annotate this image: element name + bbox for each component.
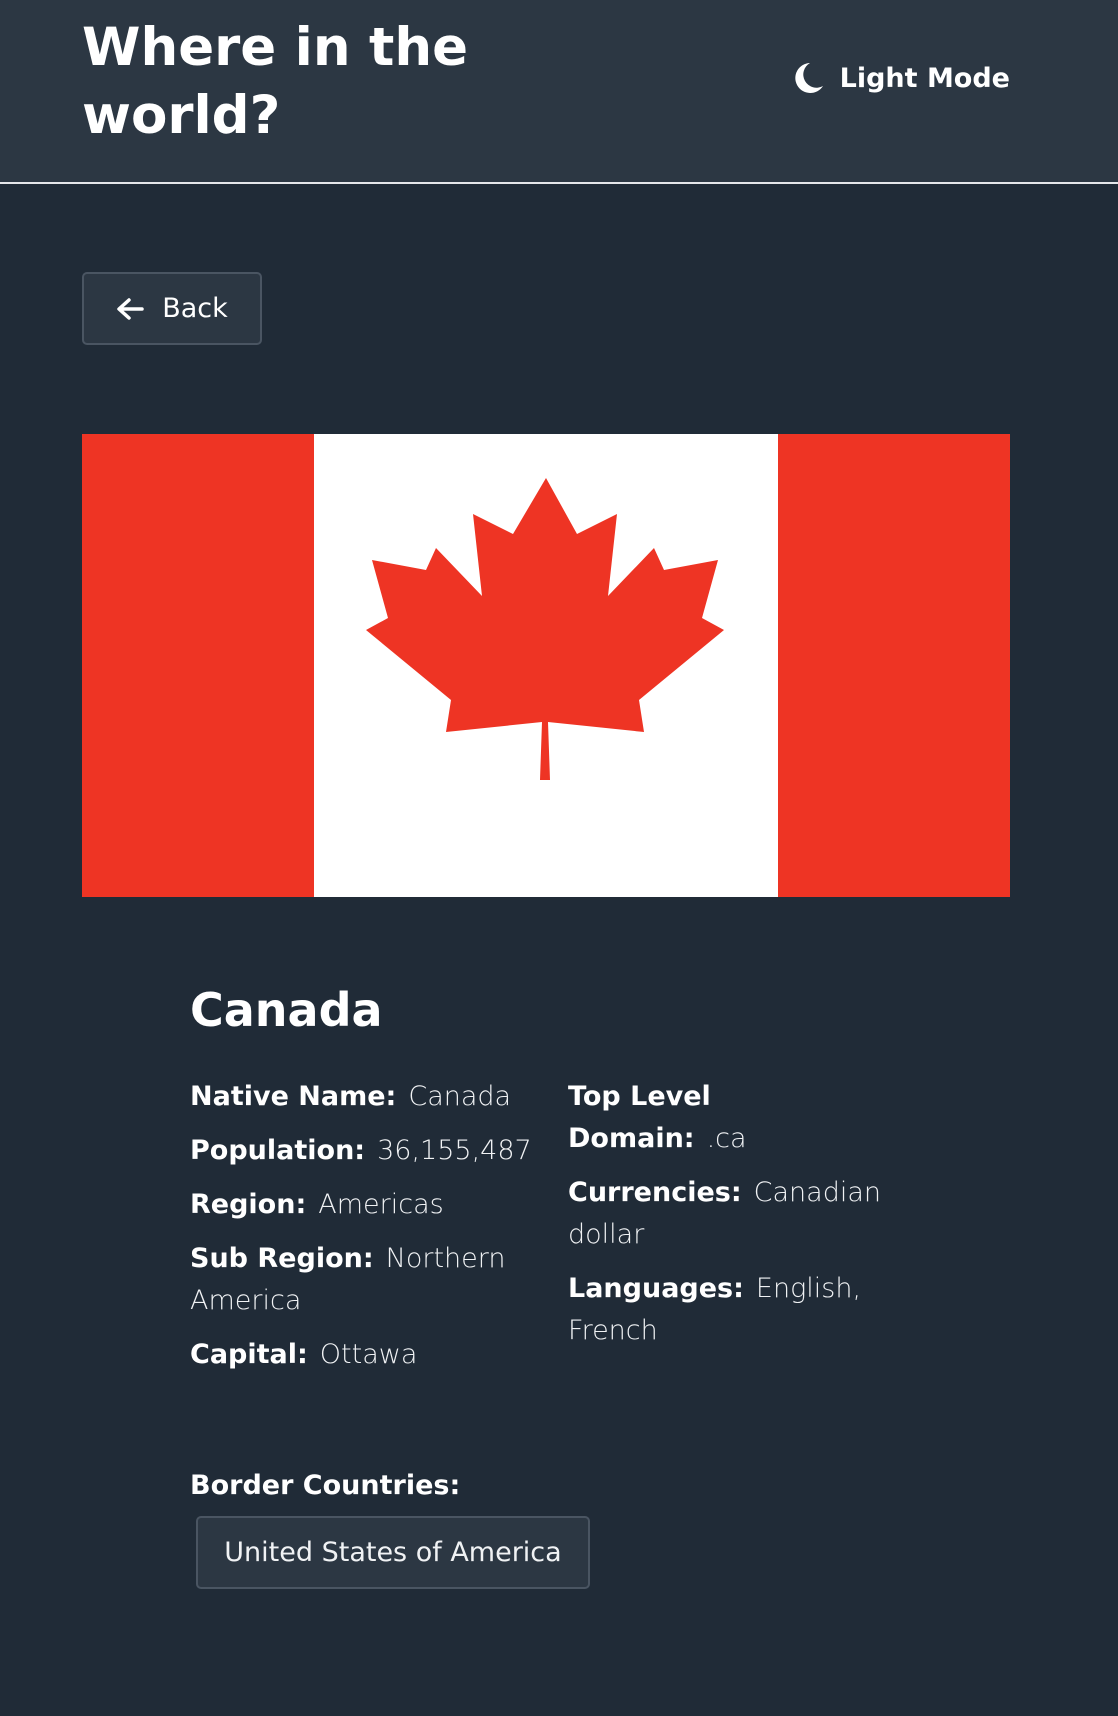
top-level-domain-value: .ca xyxy=(706,1123,747,1154)
top-level-domain-label: Top Level Domain: xyxy=(568,1081,711,1154)
population-item: Population: 36,155,487 xyxy=(190,1130,532,1172)
native-name-label: Native Name: xyxy=(190,1081,397,1112)
capital-item: Capital: Ottawa xyxy=(190,1334,530,1376)
top-level-domain-item: Top Level Domain: .ca xyxy=(568,1076,898,1160)
region-value: Americas xyxy=(318,1189,444,1220)
population-value: 36,155,487 xyxy=(377,1135,532,1166)
arrow-left-icon xyxy=(117,297,144,320)
country-details-left: Native Name: Canada Population: 36,155,487… xyxy=(190,1076,532,1388)
currencies-item: Currencies: Canadian dollar xyxy=(568,1172,898,1256)
region-item: Region: Americas xyxy=(190,1184,530,1226)
region-label: Region: xyxy=(190,1189,307,1220)
border-countries-label: Border Countries: xyxy=(190,1470,461,1501)
theme-toggle-button[interactable]: Light Mode xyxy=(794,62,1010,94)
border-country-button[interactable]: United States of America xyxy=(196,1516,590,1589)
native-name-item: Native Name: Canada xyxy=(190,1076,530,1118)
sub-region-label: Sub Region: xyxy=(190,1243,374,1274)
capital-label: Capital: xyxy=(190,1339,308,1370)
country-name: Canada xyxy=(190,983,383,1037)
currencies-label: Currencies: xyxy=(568,1177,742,1208)
native-name-value: Canada xyxy=(408,1081,512,1112)
app-header: Where in the world? Light Mode xyxy=(0,0,1118,184)
population-label: Population: xyxy=(190,1135,366,1166)
country-details-right: Top Level Domain: .ca Currencies: Canadian… xyxy=(568,1076,898,1364)
back-button-label: Back xyxy=(162,293,228,324)
languages-item: Languages: English, French xyxy=(568,1268,898,1352)
languages-label: Languages: xyxy=(568,1273,744,1304)
sub-region-item: Sub Region: Northern America xyxy=(190,1238,530,1322)
moon-icon xyxy=(794,63,823,93)
theme-toggle-label: Light Mode xyxy=(839,62,1010,94)
country-flag xyxy=(82,434,1010,897)
capital-value: Ottawa xyxy=(319,1339,418,1370)
app-title: Where in the world? xyxy=(82,17,469,146)
back-button[interactable]: Back xyxy=(82,272,262,345)
